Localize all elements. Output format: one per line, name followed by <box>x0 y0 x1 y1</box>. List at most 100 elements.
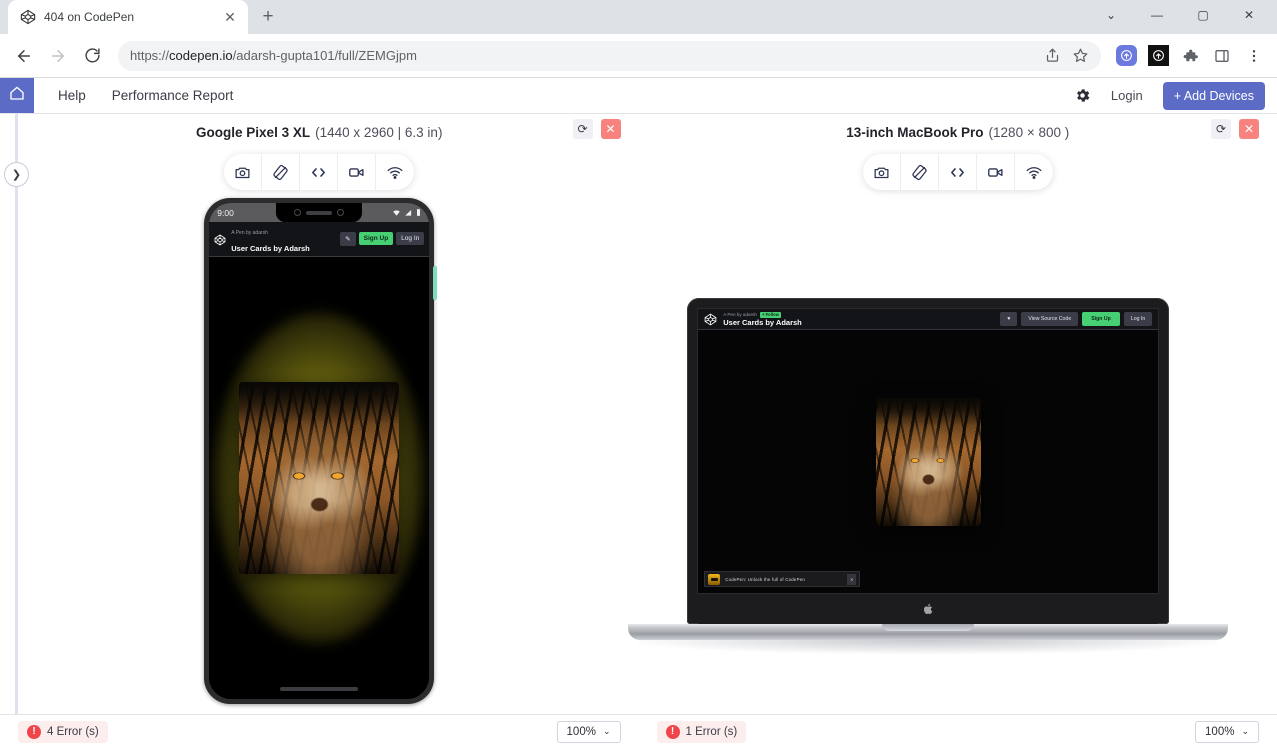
login-link[interactable]: Login <box>1111 88 1143 103</box>
camera-icon[interactable] <box>224 154 263 190</box>
edit-pen-button[interactable]: ✎ <box>340 231 356 246</box>
rotate-icon[interactable]: ⟳ <box>1211 119 1231 139</box>
user-card-tiger[interactable] <box>239 381 400 574</box>
view-source-button[interactable]: View Source Code <box>1021 312 1079 326</box>
close-device-icon[interactable]: ✕ <box>1239 119 1259 139</box>
menu-icon[interactable] <box>1239 41 1269 71</box>
rotate-device-icon[interactable] <box>901 154 939 190</box>
user-card-tiger[interactable] <box>875 397 981 526</box>
url-host: codepen.io <box>169 48 233 63</box>
signup-button[interactable]: Sign Up <box>1082 312 1120 326</box>
device-tool-pill <box>224 154 415 190</box>
signal-status-icon <box>405 209 412 216</box>
reload-icon[interactable] <box>76 40 108 72</box>
star-icon[interactable] <box>1071 47 1089 65</box>
heart-icon[interactable]: ♥ <box>1000 312 1018 326</box>
codepen-promo-banner[interactable]: CodePen: Unlock the full of CodePen ✕ <box>704 571 861 587</box>
status-indicators <box>392 208 421 217</box>
device-stage: A Pen by adarsh + Follow User Cards by A… <box>628 190 1277 714</box>
macbook-chin <box>697 594 1160 624</box>
zoom-select[interactable]: 100% ⌄ <box>1195 720 1259 743</box>
close-window-button[interactable]: ✕ <box>1227 0 1271 30</box>
home-icon <box>8 84 26 107</box>
signup-button[interactable]: Sign Up <box>358 232 394 246</box>
rotate-device-icon[interactable] <box>262 154 301 190</box>
maximize-button[interactable]: ▢ <box>1181 0 1225 30</box>
macbook-device-frame: A Pen by adarsh + Follow User Cards by A… <box>628 298 1229 654</box>
earpiece-speaker <box>306 210 333 215</box>
close-device-icon[interactable]: ✕ <box>600 119 621 139</box>
new-tab-button[interactable]: + <box>254 3 282 31</box>
device-toolbar <box>639 154 1277 190</box>
forward-icon[interactable] <box>42 40 74 72</box>
zoom-select[interactable]: 100% ⌄ <box>556 720 621 743</box>
device-name: Google Pixel 3 XL <box>196 124 311 140</box>
device-stage: 9:00 A Pen by adarsh User Cards by Adars… <box>0 190 639 714</box>
app-header: Help Performance Report Login + Add Devi… <box>0 78 1277 114</box>
device-title-bar: 13-inch MacBook Pro (1280 × 800 ) ⟳ ✕ <box>639 114 1277 144</box>
login-button[interactable]: Log In <box>396 232 425 246</box>
home-button[interactable] <box>0 78 34 113</box>
tab-search-icon[interactable]: ⌄ <box>1089 0 1133 30</box>
puzzle-icon[interactable] <box>1175 41 1205 71</box>
chrome-browser-window: 404 on CodePen ✕ + ⌄ — ▢ ✕ https://codep… <box>0 0 1277 748</box>
rotate-icon[interactable]: ⟳ <box>572 119 593 139</box>
zoom-value: 100% <box>1205 725 1235 738</box>
codepen-logo-icon <box>704 313 717 326</box>
address-bar[interactable]: https://codepen.io/adarsh-gupta101/full/… <box>118 40 1101 71</box>
tiger-image-shade <box>239 381 400 425</box>
back-icon[interactable] <box>8 40 40 72</box>
sidebar-expand-button[interactable]: ❯ <box>4 162 29 187</box>
video-icon[interactable] <box>338 154 377 190</box>
pen-output-mobile <box>209 256 430 699</box>
chevron-down-icon: ⌄ <box>602 726 611 736</box>
tab-title: 404 on CodePen <box>44 10 135 24</box>
selenium-icon[interactable] <box>1143 41 1173 71</box>
macbook-lid: A Pen by adarsh + Follow User Cards by A… <box>687 298 1170 624</box>
error-count-label: 1 Error (s) <box>685 725 738 738</box>
nav-item-performance-report[interactable]: Performance Report <box>112 88 234 103</box>
power-button <box>433 266 438 300</box>
error-badge[interactable]: ! 1 Error (s) <box>656 720 747 743</box>
pen-title: User Cards by Adarsh <box>723 317 802 327</box>
error-icon: ! <box>665 724 680 739</box>
code-icon[interactable] <box>939 154 977 190</box>
front-camera-icon <box>294 209 302 216</box>
share-icon[interactable] <box>1043 47 1061 65</box>
follow-badge[interactable]: + Follow <box>759 311 781 318</box>
pixel-device-frame: 9:00 A Pen by adarsh User Cards by Adars… <box>204 198 438 704</box>
minimize-button[interactable]: — <box>1135 0 1179 30</box>
pen-meta: A Pen by adarsh + Follow User Cards by A… <box>723 311 802 327</box>
phone-status-bar: 9:00 <box>209 203 430 222</box>
code-icon[interactable] <box>300 154 339 190</box>
camera-icon[interactable] <box>863 154 901 190</box>
banner-close-icon[interactable]: ✕ <box>847 573 857 585</box>
error-badge[interactable]: ! 4 Error (s) <box>18 720 108 743</box>
nav-item-help[interactable]: Help <box>58 88 86 103</box>
macbook-shadow <box>638 640 1219 654</box>
wifi-icon[interactable] <box>376 154 414 190</box>
video-icon[interactable] <box>977 154 1015 190</box>
battery-status-icon <box>417 209 421 216</box>
sensor-icon <box>337 209 345 216</box>
sidepanel-icon[interactable] <box>1207 41 1237 71</box>
device-name: 13-inch MacBook Pro <box>846 124 984 140</box>
login-button[interactable]: Log In <box>1123 312 1153 326</box>
device-panel-macbook: 13-inch MacBook Pro (1280 × 800 ) ⟳ ✕ A … <box>628 114 1277 748</box>
tab-close-icon[interactable]: ✕ <box>220 7 240 27</box>
error-icon: ! <box>27 724 41 739</box>
url-path: /adarsh-gupta101/full/ZEMGjpm <box>232 48 417 63</box>
pen-author: A Pen by adarsh <box>723 312 757 317</box>
browserstack-icon[interactable] <box>1111 41 1141 71</box>
wifi-icon[interactable] <box>1015 154 1053 190</box>
pen-meta: A Pen by adarsh User Cards by Adarsh <box>231 222 310 256</box>
gear-icon[interactable] <box>1074 87 1091 104</box>
panel-footer-pixel: ! 4 Error (s) 100% ⌄ <box>0 714 639 748</box>
apple-logo-icon <box>922 601 935 617</box>
device-spec: (1280 × 800 ) <box>988 124 1070 140</box>
banner-thumbnail-icon <box>708 573 721 585</box>
pen-title: User Cards by Adarsh <box>231 243 310 253</box>
chevron-right-icon: ❯ <box>11 169 22 181</box>
add-devices-button[interactable]: + Add Devices <box>1162 81 1265 110</box>
browser-tab[interactable]: 404 on CodePen ✕ <box>8 0 248 34</box>
